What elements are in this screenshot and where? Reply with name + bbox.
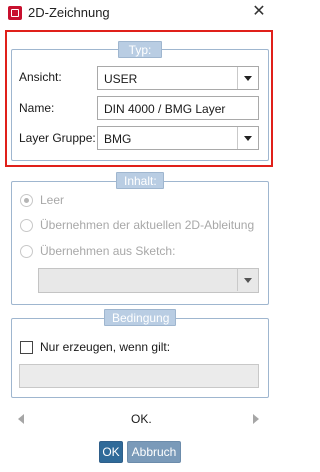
ansicht-value: USER [104,72,138,86]
app-icon [8,6,22,20]
typ-group-title: Typ: [118,41,162,58]
name-value: DIN 4000 / BMG Layer [104,102,226,116]
next-arrow-icon[interactable] [253,414,259,424]
radio-aktuelle-ableitung[interactable] [20,219,33,232]
bedingung-checkbox[interactable] [20,341,33,354]
inhalt-group-title: Inhalt: [116,172,164,189]
ansicht-label: Ansicht: [19,70,62,84]
layer-gruppe-value: BMG [104,132,132,146]
sketch-select[interactable] [38,268,259,293]
previous-arrow-icon[interactable] [18,414,24,424]
bedingung-expression-field[interactable] [19,364,259,388]
ansicht-select[interactable]: USER [97,66,259,90]
name-input[interactable]: DIN 4000 / BMG Layer [97,96,259,120]
chevron-down-icon [237,269,258,291]
radio-sketch-label: Übernehmen aus Sketch: [40,244,176,258]
bedingung-checkbox-label: Nur erzeugen, wenn gilt: [40,340,171,354]
ok-button[interactable]: OK [99,441,123,463]
radio-leer[interactable] [20,194,33,207]
window-title: 2D-Zeichnung [28,5,110,20]
radio-sketch[interactable] [20,245,33,258]
layer-gruppe-label: Layer Gruppe: [19,131,96,145]
radio-leer-label: Leer [40,193,65,207]
cancel-button[interactable]: Abbruch [127,441,181,463]
status-text: OK. [131,412,152,426]
name-label: Name: [19,101,55,115]
bedingung-group-title: Bedingung [104,309,176,326]
chevron-down-icon [237,127,258,149]
layer-gruppe-select[interactable]: BMG [97,126,259,150]
chevron-down-icon [237,67,258,89]
radio-aktuelle-ableitung-label: Übernehmen der aktuellen 2D-Ableitung [40,218,255,232]
close-icon[interactable]: ✕ [247,1,271,23]
